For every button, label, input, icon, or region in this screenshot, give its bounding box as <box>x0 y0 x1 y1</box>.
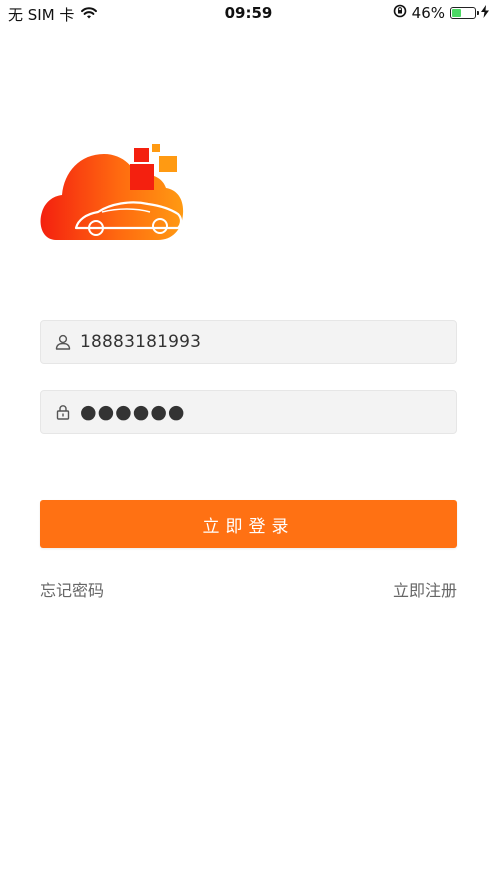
user-icon <box>54 333 72 351</box>
forgot-password-link[interactable]: 忘记密码 <box>40 577 104 601</box>
status-right-group: 46% <box>393 4 489 22</box>
password-field[interactable]: ●●●●●● <box>40 390 457 434</box>
orientation-lock-icon <box>393 4 407 22</box>
login-button[interactable]: 立即登录 <box>40 500 457 548</box>
app-logo <box>38 142 188 244</box>
battery-icon <box>450 7 479 19</box>
register-link[interactable]: 立即注册 <box>393 577 457 601</box>
phone-input-value[interactable]: 18883181993 <box>80 332 201 352</box>
phone-field[interactable]: 18883181993 <box>40 320 457 364</box>
password-input-value[interactable]: ●●●●●● <box>80 401 185 423</box>
battery-percent: 46% <box>411 4 445 22</box>
battery-fill <box>452 9 462 17</box>
lock-icon <box>54 403 72 421</box>
status-bar: 无 SIM 卡 09:59 46% <box>0 0 497 26</box>
charging-icon <box>481 4 489 22</box>
